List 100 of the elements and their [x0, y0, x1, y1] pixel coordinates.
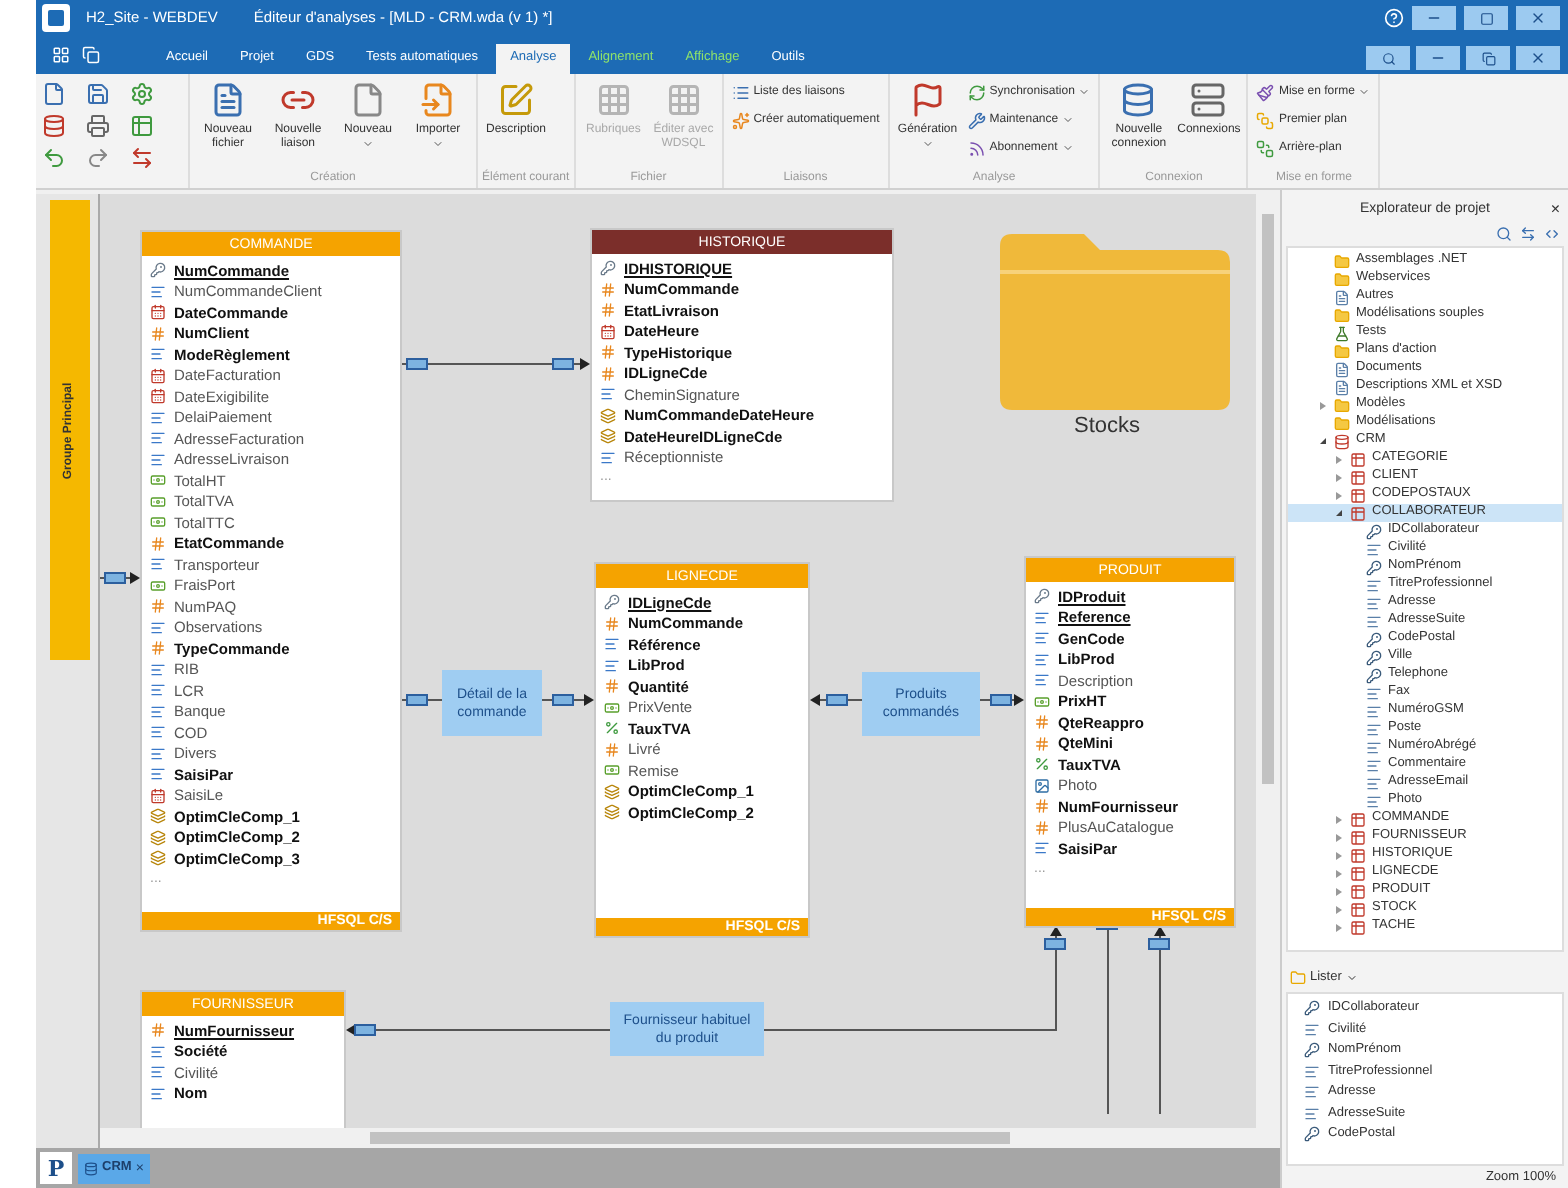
table-icon[interactable]: [130, 114, 154, 138]
text-field-icon: [150, 1085, 166, 1102]
number-field-icon: [1034, 819, 1050, 836]
sync-arrows-icon[interactable]: [1520, 226, 1536, 242]
printer-icon[interactable]: [86, 114, 110, 138]
search-button[interactable]: [1366, 46, 1410, 70]
number-field-icon: [600, 302, 616, 319]
cardinality-marker-icon: [990, 694, 1012, 706]
connector-line: [399, 699, 443, 701]
number-field-icon: [150, 640, 166, 657]
number-field-icon: [600, 344, 616, 361]
folder-label: Stocks: [1074, 412, 1141, 442]
collapsed-arrow-icon[interactable]: [1335, 815, 1341, 823]
restore-icon: [1481, 51, 1495, 65]
text-field-icon: [150, 682, 166, 699]
text-field-icon: [150, 661, 166, 678]
key-icon: [1034, 588, 1050, 605]
arrows-icon[interactable]: [130, 146, 154, 170]
caret-icon: [1061, 142, 1074, 154]
database-icon: [84, 1161, 98, 1175]
scrollbar-thumb[interactable]: [370, 1132, 1010, 1144]
text-field-icon: [604, 636, 620, 653]
save-icon[interactable]: [86, 82, 110, 106]
close-button[interactable]: [1516, 6, 1560, 30]
expanded-arrow-icon[interactable]: [1335, 510, 1341, 516]
layers-icon: [600, 428, 616, 445]
caret-icon: [1358, 86, 1371, 98]
search-icon[interactable]: [1496, 226, 1512, 242]
field-icon: [1304, 1105, 1320, 1122]
file-icon[interactable]: [42, 82, 66, 106]
folder-icon: [1334, 307, 1350, 323]
layers-icon: [604, 783, 620, 800]
wrench-icon: [967, 111, 986, 129]
caret-icon: [921, 138, 934, 150]
field-icon: [1304, 1084, 1320, 1101]
import-icon: [420, 82, 456, 118]
text-field-icon: [1034, 630, 1050, 647]
database-icon[interactable]: [42, 114, 66, 138]
collapsed-arrow-icon[interactable]: [1319, 401, 1325, 409]
redo-icon[interactable]: [86, 146, 110, 170]
gear-icon[interactable]: [130, 82, 154, 106]
cardinality-marker-icon: [552, 694, 574, 706]
calendar-icon: [150, 388, 166, 405]
document-icon: [210, 82, 246, 118]
caret-icon: [432, 138, 444, 150]
collapsed-arrow-icon[interactable]: [1335, 869, 1341, 877]
field-icon: [1366, 541, 1382, 557]
field-icon: [1304, 1063, 1320, 1080]
banknote-icon: [150, 472, 166, 489]
cardinality-marker-icon: [354, 1024, 376, 1036]
text-field-icon: [150, 451, 166, 468]
search-icon: [1381, 51, 1395, 65]
text-field-icon: [150, 1064, 166, 1081]
number-field-icon: [150, 325, 166, 342]
number-field-icon: [150, 1022, 166, 1039]
key-icon: [1304, 1042, 1320, 1059]
project-button[interactable]: P: [40, 1152, 72, 1184]
help-icon[interactable]: [1384, 8, 1404, 28]
undo-icon[interactable]: [42, 146, 66, 170]
collapsed-arrow-icon[interactable]: [1335, 833, 1341, 841]
number-field-icon: [1034, 735, 1050, 752]
collapsed-arrow-icon[interactable]: [1335, 455, 1341, 463]
caret-icon: [1078, 86, 1091, 98]
bring-to-front-icon: [1256, 111, 1275, 129]
grid-icon[interactable]: [52, 46, 70, 64]
cardinality-marker-icon: [826, 694, 848, 706]
paintbrush-icon: [1256, 83, 1275, 101]
send-to-back-icon: [1256, 139, 1275, 157]
text-field-icon: [1034, 840, 1050, 857]
expanded-arrow-icon[interactable]: [1319, 438, 1325, 444]
close-button[interactable]: [1516, 46, 1560, 70]
server-icon: [1190, 82, 1227, 118]
text-field-icon: [604, 657, 620, 674]
cardinality-marker-icon: [406, 358, 428, 370]
close-icon: [1530, 10, 1546, 26]
banknote-icon: [1034, 693, 1050, 710]
table-card[interactable]: [140, 230, 402, 932]
sparkle-icon: [731, 111, 750, 129]
banknote-icon: [604, 762, 620, 779]
maximize-button[interactable]: [1464, 6, 1508, 30]
copy-icon[interactable]: [82, 46, 100, 64]
layers-icon: [150, 829, 166, 846]
collapsed-arrow-icon[interactable]: [1335, 473, 1341, 481]
caret-icon: [1062, 114, 1075, 126]
collapsed-arrow-icon[interactable]: [1335, 923, 1341, 931]
panel-close-button[interactable]: ×: [1550, 202, 1560, 218]
layers-icon: [600, 407, 616, 424]
collapsed-arrow-icon[interactable]: [1335, 905, 1341, 913]
key-icon: [150, 262, 166, 279]
collapsed-arrow-icon[interactable]: [1335, 887, 1341, 895]
cardinality-marker-icon: [1044, 938, 1066, 950]
text-field-icon: [150, 409, 166, 426]
restore-button[interactable]: [1466, 46, 1510, 70]
flag-icon: [909, 82, 946, 118]
calendar-icon: [150, 367, 166, 384]
layers-icon: [150, 808, 166, 825]
calendar-icon: [150, 304, 166, 321]
collapsed-arrow-icon[interactable]: [1335, 851, 1341, 859]
database-icon: [1120, 82, 1157, 118]
scrollbar-thumb[interactable]: [1262, 214, 1274, 784]
